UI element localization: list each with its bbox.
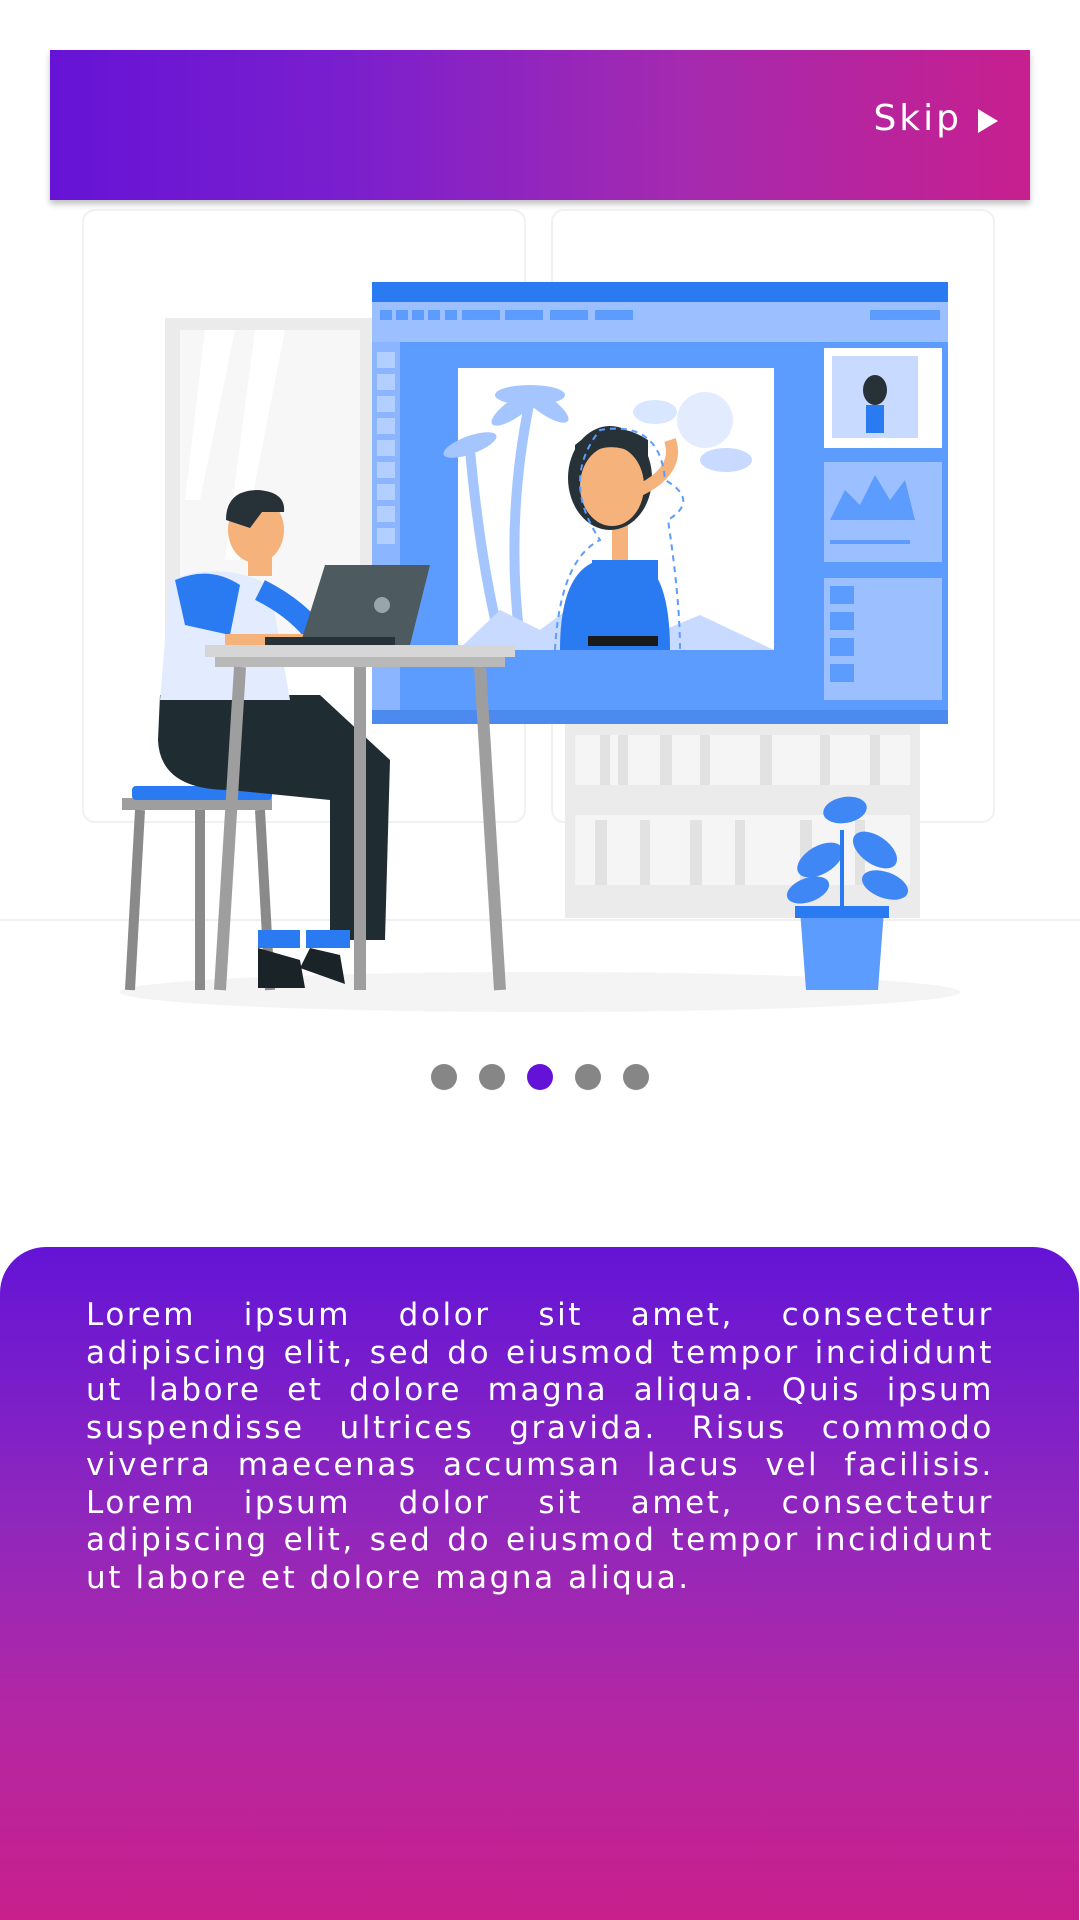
description-text: Lorem ipsum dolor sit amet, consectetur … [86, 1297, 994, 1596]
header-bar: Skip [50, 50, 1030, 200]
page-dot-1[interactable] [431, 1064, 457, 1090]
page-dot-3-active[interactable] [527, 1064, 553, 1090]
pagination-dots [0, 1064, 1080, 1090]
preview-figure [866, 405, 884, 433]
cloud-shape [633, 400, 677, 424]
page-dot-5[interactable] [623, 1064, 649, 1090]
woman-belt [588, 636, 658, 646]
skip-label: Skip [873, 98, 962, 139]
editor-titlebar [372, 282, 948, 302]
onboarding-screen: Skip Lorem ipsum dolor sit amet, consect… [0, 0, 1080, 1920]
stool-legs [125, 809, 275, 991]
designer-illustration [0, 209, 1080, 1012]
laptop-logo [374, 597, 390, 613]
skip-button[interactable]: Skip [873, 98, 998, 139]
preview-figure [863, 375, 887, 405]
sidebar-tools [377, 352, 395, 544]
cloud-shape [700, 448, 752, 472]
woman-face [580, 446, 644, 526]
desk-top [205, 645, 515, 657]
page-dot-2[interactable] [479, 1064, 505, 1090]
woman-top [592, 560, 658, 634]
desk-edge [215, 657, 505, 667]
histogram-slider [830, 540, 910, 544]
plant-pot-rim [795, 906, 889, 918]
sun-shape [677, 392, 733, 448]
page-dot-4[interactable] [575, 1064, 601, 1090]
editor-toolbar [372, 302, 948, 342]
play-arrow-icon [978, 108, 998, 133]
man-shoe [258, 948, 305, 988]
editor-bottom-bar [372, 710, 948, 724]
description-panel: Lorem ipsum dolor sit amet, consectetur … [0, 1247, 1079, 1920]
man-sock [306, 930, 350, 948]
plant-pot [800, 910, 884, 990]
man-sock [258, 930, 300, 948]
